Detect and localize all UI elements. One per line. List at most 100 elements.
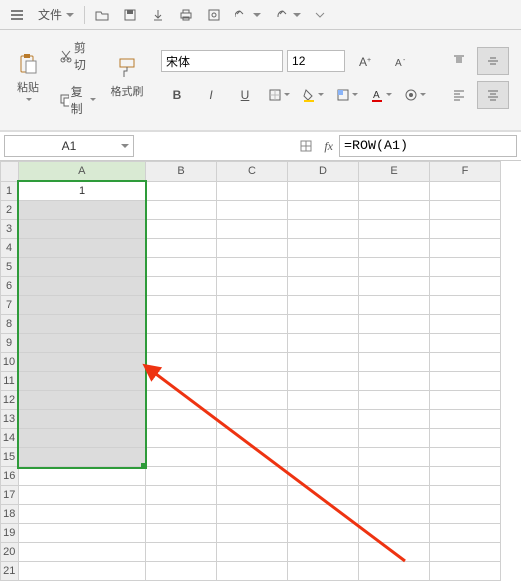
cell[interactable] bbox=[288, 277, 359, 296]
name-box[interactable]: A1 bbox=[4, 135, 134, 157]
cell[interactable] bbox=[217, 334, 288, 353]
open-icon[interactable] bbox=[91, 6, 113, 24]
undo-button[interactable] bbox=[231, 6, 265, 24]
align-center-icon[interactable] bbox=[477, 81, 509, 109]
cell[interactable] bbox=[359, 467, 430, 486]
cell[interactable] bbox=[288, 201, 359, 220]
cell[interactable] bbox=[430, 505, 501, 524]
cell[interactable] bbox=[146, 201, 217, 220]
more-icon[interactable] bbox=[311, 6, 329, 24]
cell[interactable] bbox=[18, 220, 146, 239]
col-header-e[interactable]: E bbox=[359, 162, 430, 182]
font-color-button[interactable]: A bbox=[365, 81, 397, 109]
cell[interactable] bbox=[288, 296, 359, 315]
cell[interactable] bbox=[217, 353, 288, 372]
row-header[interactable]: 21 bbox=[1, 562, 19, 581]
cell[interactable] bbox=[288, 486, 359, 505]
cell[interactable] bbox=[288, 543, 359, 562]
paste-button[interactable]: 粘贴 bbox=[6, 50, 50, 106]
align-left-icon[interactable] bbox=[443, 81, 475, 109]
cell[interactable] bbox=[146, 467, 217, 486]
align-right-icon[interactable] bbox=[511, 81, 521, 109]
align-top-icon[interactable] bbox=[443, 47, 475, 75]
cell[interactable] bbox=[359, 505, 430, 524]
fill-color-button[interactable] bbox=[297, 81, 329, 109]
cell-style-button[interactable] bbox=[331, 81, 363, 109]
row-header[interactable]: 10 bbox=[1, 353, 19, 372]
cell[interactable] bbox=[217, 448, 288, 467]
cell[interactable] bbox=[359, 353, 430, 372]
cell[interactable] bbox=[288, 353, 359, 372]
cell[interactable] bbox=[217, 181, 288, 201]
cell[interactable] bbox=[430, 524, 501, 543]
cell[interactable] bbox=[288, 429, 359, 448]
cell[interactable] bbox=[217, 543, 288, 562]
cell[interactable] bbox=[430, 201, 501, 220]
cell[interactable] bbox=[146, 486, 217, 505]
font-name-input[interactable] bbox=[161, 50, 283, 72]
cell[interactable] bbox=[359, 486, 430, 505]
cell[interactable] bbox=[18, 543, 146, 562]
cell[interactable] bbox=[288, 524, 359, 543]
cell[interactable] bbox=[18, 448, 146, 467]
redo-button[interactable] bbox=[271, 6, 305, 24]
cell[interactable] bbox=[430, 296, 501, 315]
cell[interactable] bbox=[359, 448, 430, 467]
cell[interactable] bbox=[359, 220, 430, 239]
decrease-font-icon[interactable]: A- bbox=[385, 47, 417, 75]
cell[interactable] bbox=[430, 467, 501, 486]
cell[interactable] bbox=[430, 353, 501, 372]
cell[interactable] bbox=[146, 505, 217, 524]
cell[interactable] bbox=[288, 181, 359, 201]
cell[interactable] bbox=[146, 277, 217, 296]
align-bottom-icon[interactable] bbox=[511, 47, 521, 75]
formula-input[interactable] bbox=[339, 135, 517, 157]
cell[interactable] bbox=[288, 239, 359, 258]
cell[interactable] bbox=[430, 486, 501, 505]
row-header[interactable]: 17 bbox=[1, 486, 19, 505]
row-header[interactable]: 11 bbox=[1, 372, 19, 391]
cell[interactable] bbox=[217, 410, 288, 429]
cell[interactable] bbox=[18, 353, 146, 372]
cell[interactable] bbox=[217, 391, 288, 410]
cell[interactable] bbox=[288, 410, 359, 429]
cell[interactable] bbox=[18, 391, 146, 410]
cell[interactable] bbox=[146, 543, 217, 562]
cell[interactable] bbox=[430, 334, 501, 353]
row-header[interactable]: 19 bbox=[1, 524, 19, 543]
cell[interactable] bbox=[430, 239, 501, 258]
cell[interactable] bbox=[18, 524, 146, 543]
cell[interactable] bbox=[146, 372, 217, 391]
cell[interactable] bbox=[359, 429, 430, 448]
col-header-a[interactable]: A bbox=[18, 162, 146, 182]
cell[interactable] bbox=[217, 562, 288, 581]
print-preview-icon[interactable] bbox=[203, 6, 225, 24]
cell[interactable] bbox=[288, 220, 359, 239]
cell[interactable] bbox=[359, 277, 430, 296]
cell[interactable] bbox=[217, 524, 288, 543]
row-header[interactable]: 9 bbox=[1, 334, 19, 353]
cell[interactable] bbox=[359, 201, 430, 220]
cell[interactable] bbox=[359, 524, 430, 543]
cell[interactable] bbox=[430, 220, 501, 239]
cell[interactable] bbox=[217, 372, 288, 391]
col-header-c[interactable]: C bbox=[217, 162, 288, 182]
copy-button[interactable]: 复制 bbox=[54, 80, 101, 120]
cell[interactable] bbox=[359, 372, 430, 391]
align-middle-icon[interactable] bbox=[477, 47, 509, 75]
col-header-f[interactable]: F bbox=[430, 162, 501, 182]
italic-button[interactable]: I bbox=[195, 81, 227, 109]
cell[interactable] bbox=[288, 448, 359, 467]
cell[interactable] bbox=[359, 239, 430, 258]
cell[interactable] bbox=[217, 201, 288, 220]
cut-button[interactable]: 剪切 bbox=[54, 36, 101, 76]
cell[interactable] bbox=[359, 315, 430, 334]
row-header[interactable]: 8 bbox=[1, 315, 19, 334]
cell[interactable] bbox=[217, 486, 288, 505]
cell[interactable] bbox=[359, 543, 430, 562]
format-painter-button[interactable]: 格式刷 bbox=[105, 54, 149, 102]
print-icon[interactable] bbox=[175, 6, 197, 24]
cell[interactable] bbox=[18, 201, 146, 220]
row-header[interactable]: 5 bbox=[1, 258, 19, 277]
cell[interactable] bbox=[18, 372, 146, 391]
